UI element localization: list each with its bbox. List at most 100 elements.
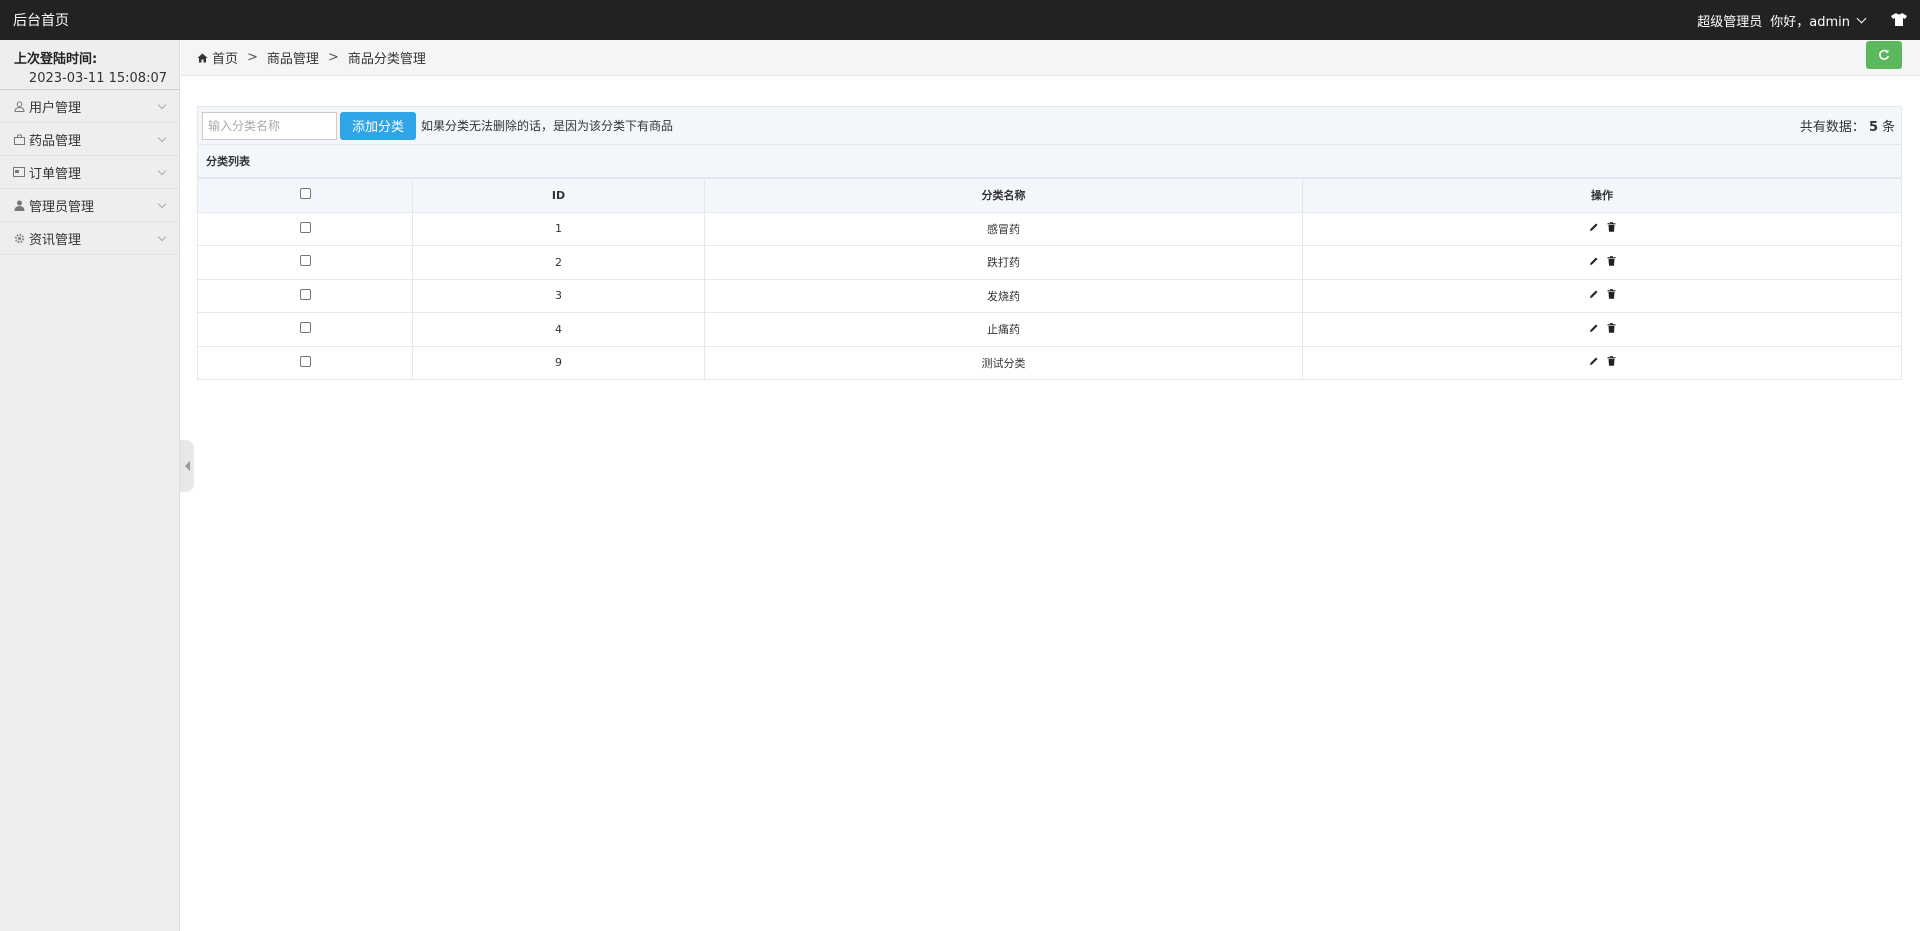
edit-icon[interactable] [1589, 289, 1599, 299]
category-name-input[interactable] [202, 111, 337, 140]
sidebar-item-orders[interactable]: 订单管理 [0, 156, 179, 189]
select-all-header [197, 178, 413, 213]
chevron-down-icon [157, 133, 167, 142]
row-name: 测试分类 [704, 345, 1303, 380]
row-name: 感冒药 [704, 211, 1303, 246]
row-checkbox[interactable] [299, 221, 311, 233]
delete-hint: 如果分类无法删除的话，是因为该分类下有商品 [421, 119, 674, 133]
gear-icon [13, 232, 25, 244]
role-label: 超级管理员 [1697, 14, 1763, 30]
user-icon [13, 100, 25, 112]
trash-icon[interactable] [1607, 322, 1616, 333]
sidebar-item-label: 订单管理 [29, 166, 82, 182]
column-header-id: ID [412, 178, 705, 213]
sidebar: 上次登陆时间: 2023-03-11 15:08:07 用户管理 药品管理 订单… [0, 40, 180, 931]
last-login-info: 上次登陆时间: 2023-03-11 15:08:07 [0, 40, 179, 90]
select-all-checkbox[interactable] [299, 188, 311, 200]
breadcrumb-current: 商品分类管理 [347, 52, 426, 67]
total-prefix: 共有数据： [1799, 120, 1865, 135]
edit-icon[interactable] [1589, 256, 1599, 266]
sidebar-item-label: 用户管理 [29, 100, 82, 116]
row-name: 跌打药 [704, 245, 1303, 280]
topbar-right: 超级管理员 你好，admin [1697, 11, 1907, 30]
table-header-row: ID 分类名称 操作 [197, 178, 1902, 213]
row-checkbox[interactable] [299, 255, 311, 267]
row-actions [1302, 211, 1902, 246]
sidebar-item-drugs[interactable]: 药品管理 [0, 123, 179, 156]
brand-title[interactable]: 后台首页 [13, 10, 69, 30]
row-id: 9 [412, 345, 705, 380]
row-name: 发烧药 [704, 278, 1303, 313]
last-login-time: 2023-03-11 15:08:07 [28, 71, 167, 86]
table-row: 1 感冒药 [197, 211, 1902, 246]
edit-icon[interactable] [1589, 323, 1599, 333]
chevron-left-icon [184, 461, 190, 471]
refresh-button[interactable] [1866, 41, 1902, 69]
row-actions [1302, 312, 1902, 347]
table-row: 4 止痛药 [197, 312, 1902, 347]
category-table: ID 分类名称 操作 1 感冒药 2 跌打药 3 发烧药 4 止痛药 9 测试分类 [197, 178, 1902, 380]
trash-icon[interactable] [1607, 222, 1616, 233]
table-row: 2 跌打药 [197, 245, 1902, 280]
row-actions [1302, 278, 1902, 313]
chevron-down-icon [157, 232, 167, 241]
sidebar-item-admins[interactable]: 管理员管理 [0, 189, 179, 222]
total-number: 5 [1868, 120, 1878, 135]
row-checkbox[interactable] [299, 322, 311, 334]
sidebar-item-label: 资讯管理 [29, 232, 82, 248]
refresh-icon [1879, 49, 1890, 60]
breadcrumb-home[interactable]: 首页 [212, 48, 238, 67]
row-select-cell [197, 278, 413, 313]
tshirt-icon[interactable] [1891, 13, 1907, 27]
trash-icon[interactable] [1607, 356, 1616, 367]
column-header-name: 分类名称 [704, 178, 1303, 213]
row-select-cell [197, 245, 413, 280]
home-icon [197, 53, 208, 63]
sidebar-item-label: 管理员管理 [29, 199, 95, 215]
chevron-down-icon [157, 199, 167, 208]
total-count: 共有数据： 5 条 [1800, 116, 1897, 135]
trash-icon[interactable] [1607, 289, 1616, 300]
breadcrumb: 首页 > 商品管理 > 商品分类管理 [181, 40, 1920, 76]
sidebar-item-users[interactable]: 用户管理 [0, 90, 179, 123]
row-select-cell [197, 211, 413, 246]
total-suffix: 条 [1881, 120, 1895, 135]
last-login-label: 上次登陆时间: [14, 52, 98, 67]
add-category-button[interactable]: 添加分类 [340, 111, 417, 140]
user-menu[interactable]: 你好，admin [1770, 11, 1869, 30]
trash-icon[interactable] [1607, 255, 1616, 266]
sidebar-item-label: 药品管理 [29, 133, 82, 149]
row-name: 止痛药 [704, 312, 1303, 347]
sidebar-collapse-handle[interactable] [180, 440, 194, 492]
list-caption: 分类列表 [197, 145, 1902, 178]
sidebar-item-news[interactable]: 资讯管理 [0, 222, 179, 255]
row-checkbox[interactable] [299, 288, 311, 300]
row-actions [1302, 245, 1902, 280]
top-navbar: 后台首页 超级管理员 你好，admin [0, 0, 1920, 40]
admin-user-icon [13, 199, 25, 211]
row-id: 2 [412, 245, 705, 280]
edit-icon[interactable] [1589, 356, 1599, 366]
user-greeting: 你好，admin [1770, 14, 1850, 30]
table-row: 9 测试分类 [197, 345, 1902, 380]
card-icon [13, 166, 25, 178]
column-header-actions: 操作 [1302, 178, 1902, 213]
row-id: 3 [412, 278, 705, 313]
chevron-down-icon [1856, 13, 1867, 23]
breadcrumb-goods[interactable]: 商品管理 [267, 48, 319, 67]
bag-icon [13, 133, 25, 145]
row-select-cell [197, 312, 413, 347]
table-row: 3 发烧药 [197, 278, 1902, 313]
breadcrumb-separator: > [327, 50, 339, 65]
row-actions [1302, 345, 1902, 380]
chevron-down-icon [157, 166, 167, 175]
row-checkbox[interactable] [299, 355, 311, 367]
main-content: 添加分类 如果分类无法删除的话，是因为该分类下有商品 共有数据：5条 分类列表 … [197, 106, 1902, 380]
row-id: 4 [412, 312, 705, 347]
edit-icon[interactable] [1589, 222, 1599, 232]
breadcrumb-separator: > [247, 50, 258, 65]
category-toolbar: 添加分类 如果分类无法删除的话，是因为该分类下有商品 共有数据：5条 [197, 106, 1902, 145]
chevron-down-icon [157, 100, 167, 109]
row-select-cell [197, 345, 413, 380]
row-id: 1 [412, 211, 705, 246]
